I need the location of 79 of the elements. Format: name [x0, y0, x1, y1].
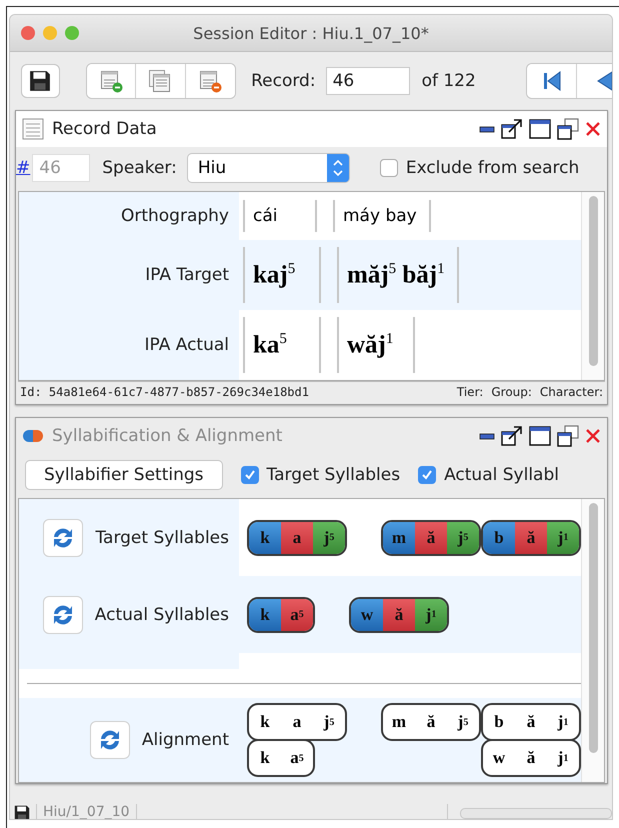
- tier-name: IPA Actual: [144, 335, 229, 355]
- phone-label: ă: [426, 711, 436, 733]
- phone-segment: k: [249, 522, 281, 554]
- record-field[interactable]: 46: [326, 67, 410, 95]
- capsule-icon: [22, 429, 44, 443]
- syllabifier-settings-button[interactable]: Syllabifier Settings: [25, 460, 223, 490]
- minimize-icon[interactable]: [479, 432, 495, 440]
- save-icon: [14, 805, 30, 819]
- row-label: Alignment: [142, 730, 229, 750]
- first-record-button[interactable]: [526, 64, 578, 98]
- maximize-icon[interactable]: [529, 426, 551, 446]
- add-record-button[interactable]: [86, 64, 136, 98]
- checkbox-label[interactable]: Exclude from search: [406, 158, 580, 178]
- record-label: Record:: [251, 71, 316, 91]
- status-field: Character:: [540, 385, 603, 399]
- ipa-value[interactable]: wăj$^{1}$: [337, 317, 415, 373]
- phone-label: ă: [526, 747, 536, 769]
- panel-title: Record Data: [52, 119, 158, 139]
- maximize-icon[interactable]: [529, 119, 551, 139]
- checkmark-icon: [244, 469, 256, 481]
- checkbox[interactable]: [418, 466, 436, 484]
- phone-label: ă: [526, 711, 536, 733]
- status-field: Tier:: [456, 385, 484, 399]
- refresh-button[interactable]: [90, 721, 130, 759]
- phone-segment: ă: [415, 522, 447, 554]
- detach-icon[interactable]: [501, 118, 523, 140]
- scrollbar-thumb[interactable]: [588, 503, 598, 753]
- phone-label: k: [259, 711, 271, 733]
- record-id: Id: 54a81e64-61c7-4877-b857-269c34e18bd1: [20, 385, 309, 399]
- checkbox-label[interactable]: Target Syllables: [266, 465, 400, 485]
- ipa-value[interactable]: măj$^{5}$ băj$^{1}$: [337, 247, 459, 303]
- ipa-value[interactable]: ka$^{5}$: [243, 317, 321, 373]
- status-field: Group:: [491, 385, 532, 399]
- tier-name: IPA Target: [145, 265, 229, 285]
- restore-icon[interactable]: [557, 118, 579, 140]
- phone-label: w: [492, 747, 506, 769]
- tier-name: Orthography: [120, 206, 229, 226]
- checkbox-label[interactable]: Actual Syllabl: [444, 465, 559, 485]
- document-icon: [198, 69, 222, 93]
- row-label: Actual Syllables: [94, 604, 229, 624]
- phone-label: a: [292, 711, 302, 733]
- tier-value[interactable]: cái: [243, 200, 317, 232]
- copy-icon: [148, 69, 172, 93]
- restore-icon[interactable]: [557, 425, 579, 447]
- phone-segment: a: [281, 522, 313, 554]
- phone-label: m: [390, 711, 408, 733]
- panel-title: Syllabification & Alignment: [52, 426, 284, 446]
- speaker-label: Speaker:: [102, 158, 177, 178]
- record-total: of 122: [422, 71, 476, 91]
- close-light[interactable]: [21, 26, 35, 40]
- list-icon: [22, 118, 44, 140]
- checkmark-icon: [421, 469, 434, 481]
- row-label: Target Syllables: [95, 528, 229, 548]
- document-icon: [98, 69, 123, 93]
- phone-label: k: [259, 747, 271, 769]
- phone-label: b: [493, 711, 505, 733]
- checkbox[interactable]: [240, 466, 259, 484]
- save-icon: [29, 70, 52, 92]
- detach-icon[interactable]: [501, 425, 523, 447]
- save-button[interactable]: [21, 64, 60, 98]
- phone-segment: m: [383, 522, 415, 554]
- phone-segment: k: [249, 598, 281, 630]
- close-icon[interactable]: [585, 121, 601, 137]
- refresh-button[interactable]: [43, 518, 84, 556]
- tier-value[interactable]: máy bay: [333, 200, 431, 232]
- close-icon[interactable]: [585, 428, 601, 444]
- ipa-value[interactable]: kaj$^{5}$: [243, 247, 321, 303]
- phone-segment: ă: [515, 522, 547, 554]
- checkbox[interactable]: [380, 159, 398, 177]
- speaker-dropdown[interactable]: Hiu: [186, 153, 350, 183]
- record-number-link[interactable]: #: [16, 158, 30, 178]
- phone-segment: b: [483, 522, 515, 554]
- phone-segment: w: [351, 598, 383, 630]
- scrollbar-thumb[interactable]: [588, 196, 598, 366]
- phone-segment: ă: [383, 598, 415, 630]
- window-title: Session Editor : Hiu.1_07_10*: [193, 24, 429, 42]
- session-path: Hiu/1_07_10: [43, 803, 130, 819]
- minimize-icon[interactable]: [479, 125, 495, 133]
- refresh-button[interactable]: [42, 596, 83, 634]
